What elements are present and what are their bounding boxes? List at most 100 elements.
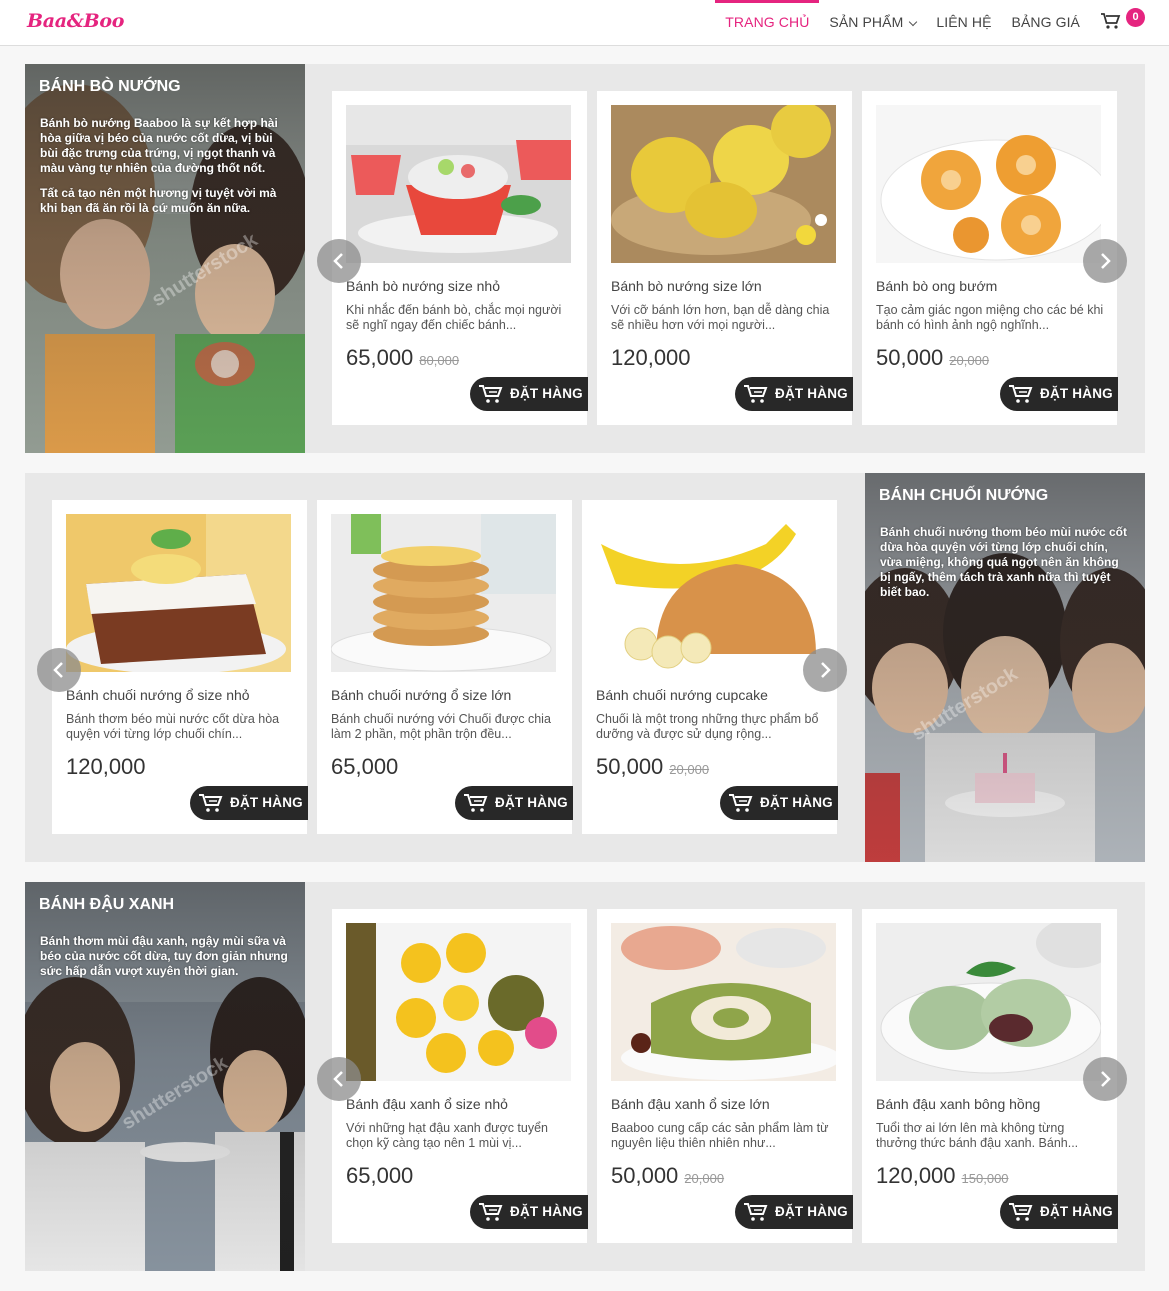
- chevron-right-icon: [1101, 253, 1111, 269]
- nav-products[interactable]: SẢN PHẨM: [819, 0, 926, 44]
- order-label: ĐẶT HÀNG: [1040, 386, 1113, 401]
- chevron-right-icon: [821, 662, 831, 678]
- nav-contact[interactable]: LIÊN HỆ: [926, 0, 1001, 44]
- product-card[interactable]: Bánh đậu xanh bông hồng Tuổi thơ ai lớn …: [862, 909, 1118, 1243]
- order-button[interactable]: ĐẶT HÀNG: [470, 377, 588, 411]
- product-image[interactable]: [346, 105, 571, 263]
- product-image[interactable]: [331, 514, 556, 672]
- nav-home[interactable]: TRANG CHỦ: [715, 0, 820, 44]
- section-banh-chuoi-nuong: Bánh chuối nướng ổ size nhỏ Bánh thơm bé…: [25, 473, 1145, 862]
- order-button[interactable]: ĐẶT HÀNG: [455, 786, 573, 820]
- order-button[interactable]: ĐẶT HÀNG: [190, 786, 308, 820]
- product-name[interactable]: Bánh đậu xanh bông hồng: [876, 1096, 1040, 1112]
- order-label: ĐẶT HÀNG: [760, 795, 833, 810]
- current-price: 65,000: [346, 1163, 414, 1188]
- nav-products-label: SẢN PHẨM: [829, 14, 904, 30]
- product-price: 120,000 150,000: [876, 1163, 1009, 1189]
- product-price: 50,000 20,000: [611, 1163, 724, 1189]
- chevron-down-icon: [909, 17, 918, 27]
- chevron-left-icon: [333, 1071, 343, 1087]
- cart-icon: [199, 794, 223, 812]
- promo-description: Bánh thơm mùi đậu xanh, ngậy mùi sữa và …: [40, 934, 290, 989]
- promo-title: BÁNH CHUỐI NƯỚNG: [879, 487, 1049, 504]
- current-price: 50,000: [611, 1163, 679, 1188]
- promo-title: BÁNH BÒ NƯỚNG: [39, 78, 181, 95]
- current-price: 65,000: [346, 345, 414, 370]
- product-image[interactable]: [611, 105, 836, 263]
- product-name[interactable]: Bánh chuối nướng cupcake: [596, 687, 768, 703]
- product-name[interactable]: Bánh bò ong bướm: [876, 278, 997, 294]
- order-button[interactable]: ĐẶT HÀNG: [720, 786, 838, 820]
- order-button[interactable]: ĐẶT HÀNG: [470, 1195, 588, 1229]
- order-label: ĐẶT HÀNG: [495, 795, 568, 810]
- cart-button[interactable]: 0: [1100, 7, 1145, 37]
- promo-banner[interactable]: shutterstock BÁNH ĐẬU XANH Bánh thơm mùi…: [25, 882, 305, 1271]
- promo-paragraph: Bánh chuối nướng thơm béo mùi nước cốt d…: [880, 525, 1127, 599]
- chevron-right-icon: [1101, 1071, 1111, 1087]
- product-price: 65,000: [346, 1163, 419, 1189]
- product-price: 50,000 20,000: [596, 754, 709, 780]
- cart-icon: [744, 1203, 768, 1221]
- order-label: ĐẶT HÀNG: [775, 386, 848, 401]
- site-logo[interactable]: Baa&Boo: [27, 10, 124, 32]
- carousel-prev-button[interactable]: [37, 648, 81, 692]
- carousel-prev-button[interactable]: [317, 239, 361, 283]
- promo-banner[interactable]: shutterstock BÁNH CHUỐI NƯỚNG Bánh chuối…: [865, 473, 1145, 862]
- cart-icon: [1009, 1203, 1033, 1221]
- promo-banner[interactable]: shutterstock BÁNH BÒ NƯỚNG Bánh bò nướng…: [25, 64, 305, 453]
- product-card[interactable]: Bánh đậu xanh ổ size lớn Baaboo cung cấp…: [597, 909, 853, 1243]
- product-description: Bánh thơm béo mùi nước cốt dừa hòa quyện…: [66, 712, 280, 741]
- order-button[interactable]: ĐẶT HÀNG: [1000, 377, 1118, 411]
- old-price: 20,000: [669, 762, 710, 777]
- order-label: ĐẶT HÀNG: [510, 1204, 583, 1219]
- old-price: 20,000: [949, 353, 990, 368]
- product-image[interactable]: [876, 105, 1101, 263]
- current-price: 120,000: [876, 1163, 956, 1188]
- old-price: 150,000: [961, 1171, 1009, 1186]
- order-button[interactable]: ĐẶT HÀNG: [735, 1195, 853, 1229]
- product-card[interactable]: Bánh bò nướng size nhỏ Khi nhắc đến bánh…: [332, 91, 588, 425]
- order-button[interactable]: ĐẶT HÀNG: [735, 377, 853, 411]
- product-price: 65,000: [331, 754, 404, 780]
- carousel-next-button[interactable]: [1083, 1057, 1127, 1101]
- site-header: Baa&Boo TRANG CHỦ SẢN PHẨM LIÊN HỆ BẢNG …: [0, 0, 1169, 46]
- product-image[interactable]: [611, 923, 836, 1081]
- product-card[interactable]: Bánh đậu xanh ổ size nhỏ Với những hạt đ…: [332, 909, 588, 1243]
- order-label: ĐẶT HÀNG: [510, 386, 583, 401]
- carousel-prev-button[interactable]: [317, 1057, 361, 1101]
- product-card[interactable]: Bánh bò nướng size lớn Với cỡ bánh lớn h…: [597, 91, 853, 425]
- product-image[interactable]: [876, 923, 1101, 1081]
- product-name[interactable]: Bánh đậu xanh ổ size nhỏ: [346, 1096, 508, 1112]
- carousel-next-button[interactable]: [803, 648, 847, 692]
- product-image[interactable]: [66, 514, 291, 672]
- order-button[interactable]: ĐẶT HÀNG: [1000, 1195, 1118, 1229]
- main-nav: TRANG CHỦ SẢN PHẨM LIÊN HỆ BẢNG GIÁ 0: [715, 0, 1169, 44]
- old-price: 20,000: [684, 1171, 725, 1186]
- cart-count-badge: 0: [1126, 8, 1145, 27]
- nav-pricelist[interactable]: BẢNG GIÁ: [1002, 0, 1090, 44]
- current-price: 50,000: [876, 345, 944, 370]
- product-card[interactable]: Bánh bò ong bướm Tạo cảm giác ngon miệng…: [862, 91, 1118, 425]
- product-name[interactable]: Bánh chuối nướng ổ size lớn: [331, 687, 511, 703]
- product-name[interactable]: Bánh chuối nướng ổ size nhỏ: [66, 687, 250, 703]
- product-name[interactable]: Bánh bò nướng size lớn: [611, 278, 762, 294]
- section-banh-bo-nuong: shutterstock BÁNH BÒ NƯỚNG Bánh bò nướng…: [25, 64, 1145, 453]
- product-image[interactable]: [596, 514, 821, 672]
- nav-home-label: TRANG CHỦ: [725, 14, 810, 30]
- order-label: ĐẶT HÀNG: [775, 1204, 848, 1219]
- promo-description: Bánh bò nướng Baaboo là sự kết hợp hài h…: [40, 116, 290, 226]
- product-name[interactable]: Bánh bò nướng size nhỏ: [346, 278, 500, 294]
- nav-pricelist-label: BẢNG GIÁ: [1011, 14, 1080, 30]
- product-name[interactable]: Bánh đậu xanh ổ size lớn: [611, 1096, 770, 1112]
- product-description: Khi nhắc đến bánh bò, chắc mọi người sẽ …: [346, 303, 562, 332]
- promo-paragraph: Tất cả tạo nên một hương vị tuyệt vời mà…: [40, 186, 277, 215]
- chevron-left-icon: [53, 662, 63, 678]
- section-banh-dau-xanh: shutterstock BÁNH ĐẬU XANH Bánh thơm mùi…: [25, 882, 1145, 1271]
- carousel-next-button[interactable]: [1083, 239, 1127, 283]
- product-card[interactable]: Bánh chuối nướng ổ size nhỏ Bánh thơm bé…: [52, 500, 308, 834]
- product-image[interactable]: [346, 923, 571, 1081]
- product-card[interactable]: Bánh chuối nướng cupcake Chuối là một tr…: [582, 500, 838, 834]
- product-card[interactable]: Bánh chuối nướng ổ size lớn Bánh chuối n…: [317, 500, 573, 834]
- promo-paragraph: Bánh thơm mùi đậu xanh, ngậy mùi sữa và …: [40, 934, 288, 978]
- chevron-left-icon: [333, 253, 343, 269]
